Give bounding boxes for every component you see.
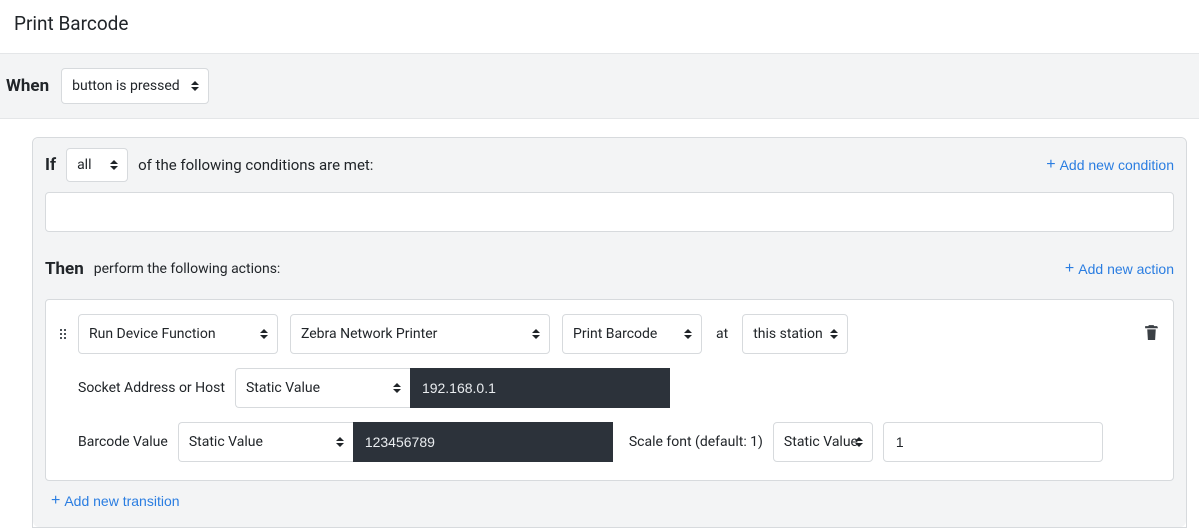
sort-icon (109, 158, 119, 172)
add-condition-button[interactable]: + Add new condition (1046, 157, 1174, 173)
sort-icon (683, 327, 693, 341)
then-header: Then perform the following actions: + Ad… (33, 248, 1186, 289)
plus-icon: + (51, 493, 60, 509)
conditions-body (33, 192, 1186, 248)
station-select[interactable]: this station (742, 314, 848, 354)
action-row-3: Barcode Value Static Value Scale font (d… (60, 422, 1159, 462)
function-value: Print Barcode (573, 326, 657, 342)
device-select[interactable]: Zebra Network Printer (290, 314, 550, 354)
when-trigger-value: button is pressed (72, 78, 180, 94)
socket-mode-value: Static Value (246, 380, 320, 396)
sort-icon (531, 327, 541, 341)
sort-icon (259, 327, 269, 341)
sort-icon (190, 79, 200, 93)
then-suffix: perform the following actions: (94, 261, 281, 277)
sort-icon (829, 327, 839, 341)
plus-icon: + (1046, 157, 1055, 173)
delete-action-button[interactable] (1144, 324, 1159, 345)
scale-label: Scale font (default: 1) (629, 434, 763, 450)
page-title: Print Barcode (0, 0, 1199, 53)
socket-value-input[interactable] (410, 368, 670, 408)
action-type-value: Run Device Function (89, 326, 216, 342)
at-label: at (714, 326, 730, 342)
barcode-label: Barcode Value (78, 434, 168, 450)
scale-mode-select[interactable]: Static Value (773, 422, 873, 462)
add-transition-button[interactable]: + Add new transition (51, 493, 180, 509)
rule-panel: If all of the following conditions are m… (32, 137, 1187, 528)
device-value: Zebra Network Printer (301, 326, 437, 342)
then-body: Run Device Function Zebra Network Printe… (33, 289, 1186, 527)
scale-value-input[interactable] (883, 422, 1103, 462)
action-row-1: Run Device Function Zebra Network Printe… (60, 314, 1159, 354)
add-condition-label: Add new condition (1060, 157, 1174, 173)
if-label: If (45, 155, 56, 175)
if-header: If all of the following conditions are m… (33, 138, 1186, 192)
socket-mode-select[interactable]: Static Value (235, 368, 410, 408)
action-card: Run Device Function Zebra Network Printe… (45, 299, 1174, 481)
barcode-mode-select[interactable]: Static Value (178, 422, 353, 462)
socket-label: Socket Address or Host (78, 380, 225, 396)
if-mode-select[interactable]: all (66, 148, 128, 182)
add-action-button[interactable]: + Add new action (1065, 261, 1174, 277)
function-select[interactable]: Print Barcode (562, 314, 702, 354)
then-label: Then (45, 259, 84, 279)
add-transition-label: Add new transition (64, 493, 179, 509)
barcode-mode-value: Static Value (189, 434, 263, 450)
if-mode-value: all (77, 157, 91, 173)
action-type-select[interactable]: Run Device Function (78, 314, 278, 354)
scale-mode-value: Static Value (784, 434, 858, 450)
when-trigger-select[interactable]: button is pressed (61, 68, 209, 104)
drag-handle-icon[interactable] (60, 329, 66, 339)
sort-icon (854, 435, 864, 449)
when-bar: When button is pressed (0, 53, 1199, 119)
sort-icon (392, 381, 402, 395)
conditions-empty[interactable] (45, 192, 1174, 232)
if-suffix: of the following conditions are met: (138, 156, 373, 174)
barcode-value-input[interactable] (353, 422, 613, 462)
when-label: When (6, 76, 49, 96)
action-row-2: Socket Address or Host Static Value (60, 368, 1159, 408)
plus-icon: + (1065, 261, 1074, 277)
add-action-label: Add new action (1078, 261, 1174, 277)
station-value: this station (753, 326, 823, 342)
sort-icon (335, 435, 345, 449)
trash-icon (1144, 324, 1159, 341)
